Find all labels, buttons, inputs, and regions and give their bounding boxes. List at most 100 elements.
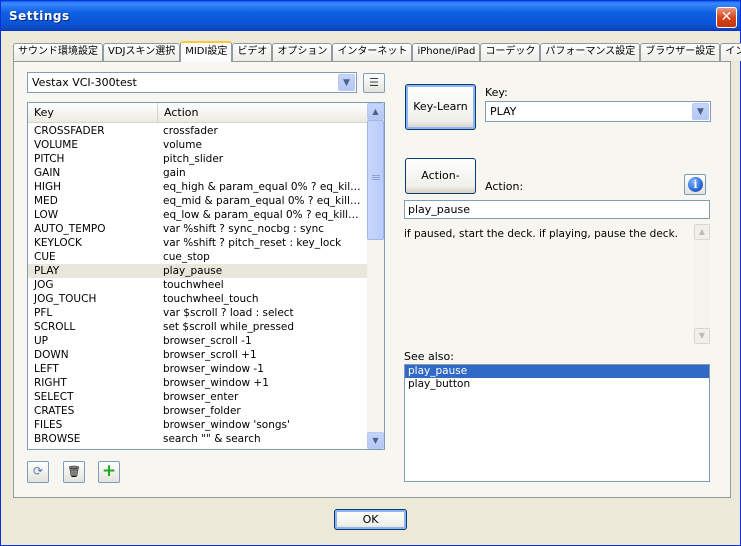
table-row[interactable]: HIGH eq_high & param_equal 0% ? eq_kill_h… bbox=[28, 180, 368, 194]
key-select[interactable]: PLAY ▼ bbox=[485, 101, 711, 122]
table-row[interactable]: AUTO_TEMPO var %shift ? sync_nocbg : sync bbox=[28, 222, 368, 236]
row-key: FILES bbox=[34, 419, 63, 431]
delete-mapping-button[interactable]: 🗑 bbox=[63, 461, 85, 483]
table-row[interactable]: CROSSFADER crossfader bbox=[28, 124, 368, 138]
table-row[interactable]: PITCH pitch_slider bbox=[28, 152, 368, 166]
table-row[interactable]: MED eq_mid & param_equal 0% ? eq_kill_mi.… bbox=[28, 194, 368, 208]
row-key: PITCH bbox=[34, 153, 65, 165]
description-scroll-down[interactable]: ▼ bbox=[694, 328, 710, 344]
row-key: VOLUME bbox=[34, 139, 78, 151]
tab-1[interactable]: VDJスキン選択 bbox=[103, 43, 181, 61]
row-action: pitch_slider bbox=[163, 153, 224, 165]
tab-4[interactable]: オプション bbox=[272, 43, 333, 61]
close-icon: ✕ bbox=[720, 9, 733, 25]
tab-3[interactable]: ビデオ bbox=[232, 43, 273, 61]
scroll-up-button[interactable]: ▲ bbox=[367, 103, 384, 120]
add-mapping-button[interactable]: + bbox=[98, 461, 120, 483]
chevron-down-icon[interactable]: ▼ bbox=[338, 74, 355, 91]
table-row[interactable]: PFL var $scroll ? load : select bbox=[28, 306, 368, 320]
tab-10[interactable]: インフォ bbox=[720, 43, 741, 61]
window-title: Settings bbox=[9, 9, 70, 23]
table-row[interactable]: JOG_TOUCH touchwheel_touch bbox=[28, 292, 368, 306]
tab-0[interactable]: サウンド環境設定 bbox=[13, 43, 103, 61]
description-scroll-up[interactable]: ▲ bbox=[694, 224, 710, 240]
action-label: Action: bbox=[485, 180, 524, 193]
row-key: UP bbox=[34, 335, 49, 347]
row-action: browser_window 'songs' bbox=[163, 419, 290, 431]
row-action: var %shift ? pitch_reset : key_lock bbox=[163, 237, 342, 249]
table-row[interactable]: VOLUME volume bbox=[28, 138, 368, 152]
settings-window: Settings ✕ サウンド環境設定 VDJスキン選択 MIDI設定 ビデオ オプショ… bbox=[0, 0, 741, 546]
mapping-list-scrollbar[interactable]: ▲ ▼ bbox=[367, 103, 384, 449]
row-key: PFL bbox=[34, 307, 53, 319]
table-row[interactable]: DOWN browser_scroll +1 bbox=[28, 348, 368, 362]
device-select[interactable]: Vestax VCI-300test ▼ bbox=[27, 72, 357, 93]
tab-8[interactable]: パフォーマンス設定 bbox=[540, 43, 641, 61]
see-also-list[interactable]: play_pause play_button bbox=[404, 364, 710, 482]
row-action: eq_low & param_equal 0% ? eq_kill_lo... bbox=[163, 209, 361, 221]
list-item[interactable]: play_pause bbox=[405, 365, 709, 378]
row-key: RIGHT bbox=[34, 377, 67, 389]
add-icon: + bbox=[101, 461, 117, 481]
table-row[interactable]: RIGHT browser_window +1 bbox=[28, 376, 368, 390]
row-action: eq_mid & param_equal 0% ? eq_kill_mi... bbox=[163, 195, 361, 207]
action-field[interactable]: play_pause bbox=[404, 200, 710, 219]
scrollbar-thumb[interactable] bbox=[367, 120, 384, 240]
row-action: search "" & search bbox=[163, 433, 261, 445]
midi-settings-panel: Vestax VCI-300test ▼ ☰ Key Action CROSSF… bbox=[13, 61, 731, 498]
row-key: BROWSE bbox=[34, 433, 81, 445]
key-select-value: PLAY bbox=[490, 105, 517, 118]
table-row[interactable]: FILES browser_window 'songs' bbox=[28, 418, 368, 432]
info-icon: i bbox=[688, 177, 703, 192]
table-row[interactable]: SCROLL set $scroll while_pressed bbox=[28, 320, 368, 334]
scroll-down-button[interactable]: ▼ bbox=[367, 432, 384, 449]
row-key: CRATES bbox=[34, 405, 75, 417]
row-action: browser_scroll -1 bbox=[163, 335, 252, 347]
column-header-action[interactable]: Action bbox=[158, 103, 368, 123]
row-key: DOWN bbox=[34, 349, 69, 361]
action-learn-button[interactable]: Action-Learn bbox=[405, 158, 476, 216]
row-action: browser_scroll +1 bbox=[163, 349, 257, 361]
description-scrollbar[interactable]: ▲ ▼ bbox=[694, 224, 710, 344]
mapping-list[interactable]: Key Action CROSSFADER crossfader VOLUME vol… bbox=[27, 102, 385, 450]
tab-6[interactable]: iPhone/iPad bbox=[412, 43, 481, 61]
table-row[interactable]: LOW eq_low & param_equal 0% ? eq_kill_lo.… bbox=[28, 208, 368, 222]
device-list-button[interactable]: ☰ bbox=[363, 73, 385, 93]
tab-9[interactable]: ブラウザー設定 bbox=[640, 43, 721, 61]
table-row[interactable]: LEFT browser_window -1 bbox=[28, 362, 368, 376]
list-item[interactable]: play_button bbox=[405, 378, 709, 391]
ok-button[interactable]: OK bbox=[334, 509, 407, 530]
key-learn-button[interactable]: Key-Learn bbox=[405, 84, 476, 130]
table-row[interactable]: KEYLOCK var %shift ? pitch_reset : key_lo… bbox=[28, 236, 368, 250]
row-key: PLAY bbox=[34, 265, 60, 277]
tab-5[interactable]: インターネット bbox=[332, 43, 413, 61]
row-action: browser_enter bbox=[163, 391, 239, 403]
table-row[interactable]: PLAY play_pause bbox=[28, 264, 368, 278]
row-action: gain bbox=[163, 167, 186, 179]
table-row[interactable]: UP browser_scroll -1 bbox=[28, 334, 368, 348]
row-key: LOW bbox=[34, 209, 59, 221]
column-header-key[interactable]: Key bbox=[28, 103, 158, 123]
row-key: JOG bbox=[34, 279, 54, 291]
table-row[interactable]: BROWSE search "" & search bbox=[28, 432, 368, 446]
table-row[interactable]: CRATES browser_folder bbox=[28, 404, 368, 418]
row-key: JOG_TOUCH bbox=[34, 293, 97, 305]
row-action: cue_stop bbox=[163, 251, 210, 263]
info-button[interactable]: i bbox=[684, 174, 706, 195]
list-icon: ☰ bbox=[369, 76, 379, 89]
table-row[interactable]: JOG touchwheel bbox=[28, 278, 368, 292]
table-row[interactable]: CUE cue_stop bbox=[28, 250, 368, 264]
tab-7[interactable]: コーデック bbox=[480, 43, 541, 61]
mapping-list-header: Key Action bbox=[28, 103, 368, 123]
refresh-mapping-button[interactable]: ⟳ bbox=[27, 461, 49, 483]
title-bar[interactable]: Settings ✕ bbox=[1, 1, 740, 31]
table-row[interactable]: GAIN gain bbox=[28, 166, 368, 180]
row-action: browser_folder bbox=[163, 405, 241, 417]
table-row[interactable]: SELECT browser_enter bbox=[28, 390, 368, 404]
chevron-down-icon[interactable]: ▼ bbox=[692, 103, 709, 120]
row-action: set $scroll while_pressed bbox=[163, 321, 295, 333]
row-action: eq_high & param_equal 0% ? eq_kill_hi... bbox=[163, 181, 361, 193]
tab-2[interactable]: MIDI設定 bbox=[180, 41, 233, 62]
close-button[interactable]: ✕ bbox=[716, 7, 737, 28]
row-key: MED bbox=[34, 195, 58, 207]
